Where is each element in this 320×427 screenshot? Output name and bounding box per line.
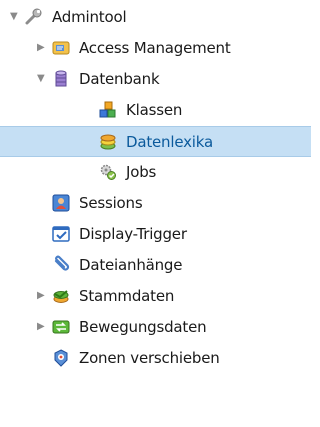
display-trigger-icon [51, 224, 71, 244]
wrench-icon [24, 7, 44, 27]
tree-node-klassen[interactable]: Klassen [0, 95, 311, 126]
tree-node-label: Datenlexika [126, 133, 213, 151]
tree-node-label: Sessions [79, 194, 143, 212]
session-user-icon [51, 193, 71, 213]
tree-node-sessions[interactable]: Sessions [0, 188, 311, 219]
master-data-icon [51, 286, 71, 306]
tree-node-label: Dateianhänge [79, 256, 183, 274]
tree-node-label: Jobs [126, 163, 157, 181]
tree-node-label: Admintool [52, 8, 127, 26]
expanded-arrow-icon[interactable]: ▼ [37, 74, 47, 84]
tree-node-jobs[interactable]: Jobs [0, 157, 311, 188]
tree-node-label: Datenbank [79, 70, 160, 88]
tree-node-bewegungsdaten[interactable]: ▶ Bewegungsdaten [0, 312, 311, 343]
tree-node-display-trigger[interactable]: Display-Trigger [0, 219, 311, 250]
collapsed-arrow-icon[interactable]: ▶ [37, 322, 47, 332]
tree-node-stammdaten[interactable]: ▶ Stammdaten [0, 281, 311, 312]
tree-node-label: Zonen verschieben [79, 349, 220, 367]
classes-blocks-icon [98, 100, 118, 120]
tree-node-label: Display-Trigger [79, 225, 187, 243]
collapsed-arrow-icon[interactable]: ▶ [37, 43, 47, 53]
admin-tree: ▼ Admintool ▶ Access Management ▼ Datenb… [0, 0, 311, 427]
tree-node-datenbank[interactable]: ▼ Datenbank [0, 64, 311, 95]
lexicon-stack-icon [98, 132, 118, 152]
tree-node-label: Stammdaten [79, 287, 175, 305]
tree-node-admintool[interactable]: ▼ Admintool [0, 2, 311, 33]
transaction-data-icon [51, 317, 71, 337]
tree-node-access-management[interactable]: ▶ Access Management [0, 33, 311, 64]
jobs-gears-icon [98, 162, 118, 182]
tree-node-label: Bewegungsdaten [79, 318, 207, 336]
tree-node-datenlexika[interactable]: Datenlexika [0, 126, 311, 157]
tree-node-label: Klassen [126, 101, 183, 119]
paperclip-icon [51, 255, 71, 275]
collapsed-arrow-icon[interactable]: ▶ [37, 291, 47, 301]
tree-node-zonen-verschieben[interactable]: Zonen verschieben [0, 343, 311, 374]
tree-node-label: Access Management [79, 39, 231, 57]
zones-icon [51, 348, 71, 368]
database-icon [51, 69, 71, 89]
expanded-arrow-icon[interactable]: ▼ [10, 12, 20, 22]
folder-card-icon [51, 38, 71, 58]
tree-node-dateianhaenge[interactable]: Dateianhänge [0, 250, 311, 281]
